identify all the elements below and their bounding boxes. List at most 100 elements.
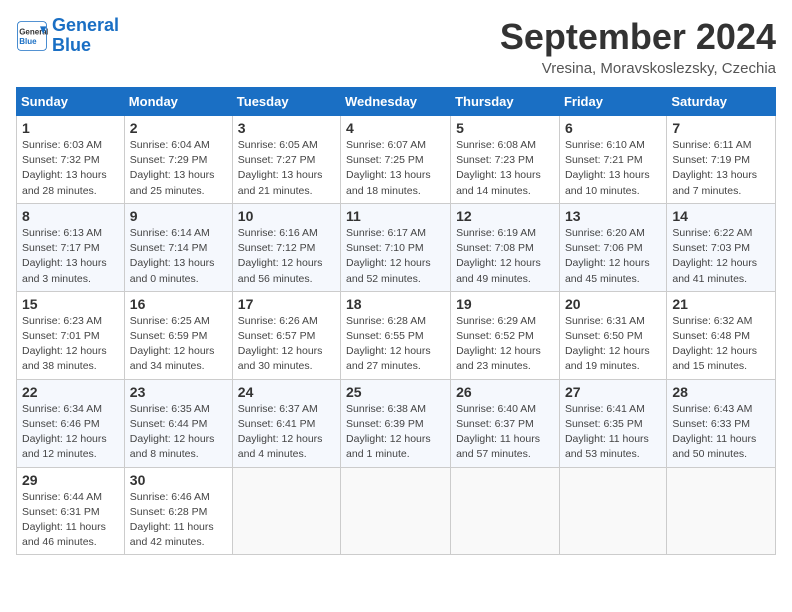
logo-icon: General Blue bbox=[16, 20, 48, 52]
day-info: Sunrise: 6:46 AMSunset: 6:28 PMDaylight:… bbox=[130, 490, 227, 551]
day-number: 9 bbox=[130, 208, 227, 224]
day-info: Sunrise: 6:20 AMSunset: 7:06 PMDaylight:… bbox=[565, 226, 661, 287]
calendar-cell: 8 Sunrise: 6:13 AMSunset: 7:17 PMDaylight… bbox=[17, 203, 125, 291]
day-number: 29 bbox=[22, 472, 119, 488]
calendar-cell: 27 Sunrise: 6:41 AMSunset: 6:35 PMDayligh… bbox=[559, 379, 666, 467]
day-number: 26 bbox=[456, 384, 554, 400]
col-header-monday: Monday bbox=[124, 88, 232, 116]
calendar-cell: 30 Sunrise: 6:46 AMSunset: 6:28 PMDayligh… bbox=[124, 467, 232, 555]
calendar-cell: 4 Sunrise: 6:07 AMSunset: 7:25 PMDaylight… bbox=[341, 116, 451, 204]
col-header-friday: Friday bbox=[559, 88, 666, 116]
calendar-cell bbox=[451, 467, 560, 555]
day-info: Sunrise: 6:04 AMSunset: 7:29 PMDaylight:… bbox=[130, 138, 227, 199]
day-info: Sunrise: 6:22 AMSunset: 7:03 PMDaylight:… bbox=[672, 226, 770, 287]
day-number: 20 bbox=[565, 296, 661, 312]
day-info: Sunrise: 6:17 AMSunset: 7:10 PMDaylight:… bbox=[346, 226, 445, 287]
day-info: Sunrise: 6:03 AMSunset: 7:32 PMDaylight:… bbox=[22, 138, 119, 199]
calendar-cell: 11Sunrise: 6:17 AMSunset: 7:10 PMDayligh… bbox=[341, 203, 451, 291]
day-number: 2 bbox=[130, 120, 227, 136]
day-info: Sunrise: 6:23 AMSunset: 7:01 PMDaylight:… bbox=[22, 314, 119, 375]
calendar-cell: 28 Sunrise: 6:43 AMSunset: 6:33 PMDayligh… bbox=[667, 379, 776, 467]
col-header-saturday: Saturday bbox=[667, 88, 776, 116]
calendar-table: SundayMondayTuesdayWednesdayThursdayFrid… bbox=[16, 87, 776, 555]
day-number: 5 bbox=[456, 120, 554, 136]
calendar-cell: 21 Sunrise: 6:32 AMSunset: 6:48 PMDayligh… bbox=[667, 291, 776, 379]
calendar-cell: 5Sunrise: 6:08 AMSunset: 7:23 PMDaylight… bbox=[451, 116, 560, 204]
day-info: Sunrise: 6:05 AMSunset: 7:27 PMDaylight:… bbox=[238, 138, 335, 199]
day-info: Sunrise: 6:35 AMSunset: 6:44 PMDaylight:… bbox=[130, 402, 227, 463]
day-number: 17 bbox=[238, 296, 335, 312]
day-number: 30 bbox=[130, 472, 227, 488]
day-number: 8 bbox=[22, 208, 119, 224]
day-number: 28 bbox=[672, 384, 770, 400]
calendar-cell: 14 Sunrise: 6:22 AMSunset: 7:03 PMDayligh… bbox=[667, 203, 776, 291]
day-info: Sunrise: 6:10 AMSunset: 7:21 PMDaylight:… bbox=[565, 138, 661, 199]
day-info: Sunrise: 6:43 AMSunset: 6:33 PMDaylight:… bbox=[672, 402, 770, 463]
day-number: 24 bbox=[238, 384, 335, 400]
calendar-cell: 18 Sunrise: 6:28 AMSunset: 6:55 PMDayligh… bbox=[341, 291, 451, 379]
calendar-cell bbox=[232, 467, 340, 555]
day-info: Sunrise: 6:41 AMSunset: 6:35 PMDaylight:… bbox=[565, 402, 661, 463]
day-info: Sunrise: 6:11 AMSunset: 7:19 PMDaylight:… bbox=[672, 138, 770, 199]
calendar-cell: 17 Sunrise: 6:26 AMSunset: 6:57 PMDayligh… bbox=[232, 291, 340, 379]
col-header-tuesday: Tuesday bbox=[232, 88, 340, 116]
day-number: 1 bbox=[22, 120, 119, 136]
title-block: September 2024 Vresina, Moravskoslezsky,… bbox=[500, 16, 776, 77]
day-number: 18 bbox=[346, 296, 445, 312]
day-number: 4 bbox=[346, 120, 445, 136]
calendar-cell: 7 Sunrise: 6:11 AMSunset: 7:19 PMDaylight… bbox=[667, 116, 776, 204]
day-info: Sunrise: 6:07 AMSunset: 7:25 PMDaylight:… bbox=[346, 138, 445, 199]
day-info: Sunrise: 6:14 AMSunset: 7:14 PMDaylight:… bbox=[130, 226, 227, 287]
col-header-wednesday: Wednesday bbox=[341, 88, 451, 116]
day-number: 16 bbox=[130, 296, 227, 312]
calendar-cell: 20 Sunrise: 6:31 AMSunset: 6:50 PMDayligh… bbox=[559, 291, 666, 379]
calendar-cell: 19Sunrise: 6:29 AMSunset: 6:52 PMDayligh… bbox=[451, 291, 560, 379]
calendar-cell: 22Sunrise: 6:34 AMSunset: 6:46 PMDayligh… bbox=[17, 379, 125, 467]
day-info: Sunrise: 6:26 AMSunset: 6:57 PMDaylight:… bbox=[238, 314, 335, 375]
calendar-cell: 23 Sunrise: 6:35 AMSunset: 6:44 PMDayligh… bbox=[124, 379, 232, 467]
day-info: Sunrise: 6:44 AMSunset: 6:31 PMDaylight:… bbox=[22, 490, 119, 551]
day-number: 25 bbox=[346, 384, 445, 400]
day-info: Sunrise: 6:16 AMSunset: 7:12 PMDaylight:… bbox=[238, 226, 335, 287]
calendar-cell: 15 Sunrise: 6:23 AMSunset: 7:01 PMDayligh… bbox=[17, 291, 125, 379]
calendar-cell bbox=[667, 467, 776, 555]
day-number: 21 bbox=[672, 296, 770, 312]
day-number: 12 bbox=[456, 208, 554, 224]
calendar-cell: 10 Sunrise: 6:16 AMSunset: 7:12 PMDayligh… bbox=[232, 203, 340, 291]
calendar-cell: 9 Sunrise: 6:14 AMSunset: 7:14 PMDaylight… bbox=[124, 203, 232, 291]
svg-text:Blue: Blue bbox=[19, 37, 37, 46]
day-info: Sunrise: 6:28 AMSunset: 6:55 PMDaylight:… bbox=[346, 314, 445, 375]
calendar-cell: 3 Sunrise: 6:05 AMSunset: 7:27 PMDaylight… bbox=[232, 116, 340, 204]
day-number: 23 bbox=[130, 384, 227, 400]
day-info: Sunrise: 6:19 AMSunset: 7:08 PMDaylight:… bbox=[456, 226, 554, 287]
day-number: 6 bbox=[565, 120, 661, 136]
day-info: Sunrise: 6:25 AMSunset: 6:59 PMDaylight:… bbox=[130, 314, 227, 375]
logo: General Blue GeneralBlue bbox=[16, 16, 119, 56]
logo-text: GeneralBlue bbox=[52, 16, 119, 56]
calendar-cell: 29 Sunrise: 6:44 AMSunset: 6:31 PMDayligh… bbox=[17, 467, 125, 555]
day-number: 27 bbox=[565, 384, 661, 400]
calendar-cell: 12 Sunrise: 6:19 AMSunset: 7:08 PMDayligh… bbox=[451, 203, 560, 291]
day-info: Sunrise: 6:38 AMSunset: 6:39 PMDaylight:… bbox=[346, 402, 445, 463]
day-info: Sunrise: 6:37 AMSunset: 6:41 PMDaylight:… bbox=[238, 402, 335, 463]
day-number: 7 bbox=[672, 120, 770, 136]
calendar-cell: 6 Sunrise: 6:10 AMSunset: 7:21 PMDaylight… bbox=[559, 116, 666, 204]
day-info: Sunrise: 6:13 AMSunset: 7:17 PMDaylight:… bbox=[22, 226, 119, 287]
month-year-title: September 2024 bbox=[500, 16, 776, 58]
day-info: Sunrise: 6:34 AMSunset: 6:46 PMDaylight:… bbox=[22, 402, 119, 463]
day-number: 14 bbox=[672, 208, 770, 224]
calendar-cell: 24 Sunrise: 6:37 AMSunset: 6:41 PMDayligh… bbox=[232, 379, 340, 467]
day-number: 15 bbox=[22, 296, 119, 312]
calendar-cell bbox=[341, 467, 451, 555]
day-number: 10 bbox=[238, 208, 335, 224]
day-number: 3 bbox=[238, 120, 335, 136]
day-info: Sunrise: 6:31 AMSunset: 6:50 PMDaylight:… bbox=[565, 314, 661, 375]
day-info: Sunrise: 6:32 AMSunset: 6:48 PMDaylight:… bbox=[672, 314, 770, 375]
calendar-cell: 13Sunrise: 6:20 AMSunset: 7:06 PMDayligh… bbox=[559, 203, 666, 291]
day-info: Sunrise: 6:40 AMSunset: 6:37 PMDaylight:… bbox=[456, 402, 554, 463]
calendar-cell: 26 Sunrise: 6:40 AMSunset: 6:37 PMDayligh… bbox=[451, 379, 560, 467]
calendar-cell bbox=[559, 467, 666, 555]
calendar-cell: 25 Sunrise: 6:38 AMSunset: 6:39 PMDayligh… bbox=[341, 379, 451, 467]
calendar-cell: 16 Sunrise: 6:25 AMSunset: 6:59 PMDayligh… bbox=[124, 291, 232, 379]
day-info: Sunrise: 6:29 AMSunset: 6:52 PMDaylight:… bbox=[456, 314, 554, 375]
